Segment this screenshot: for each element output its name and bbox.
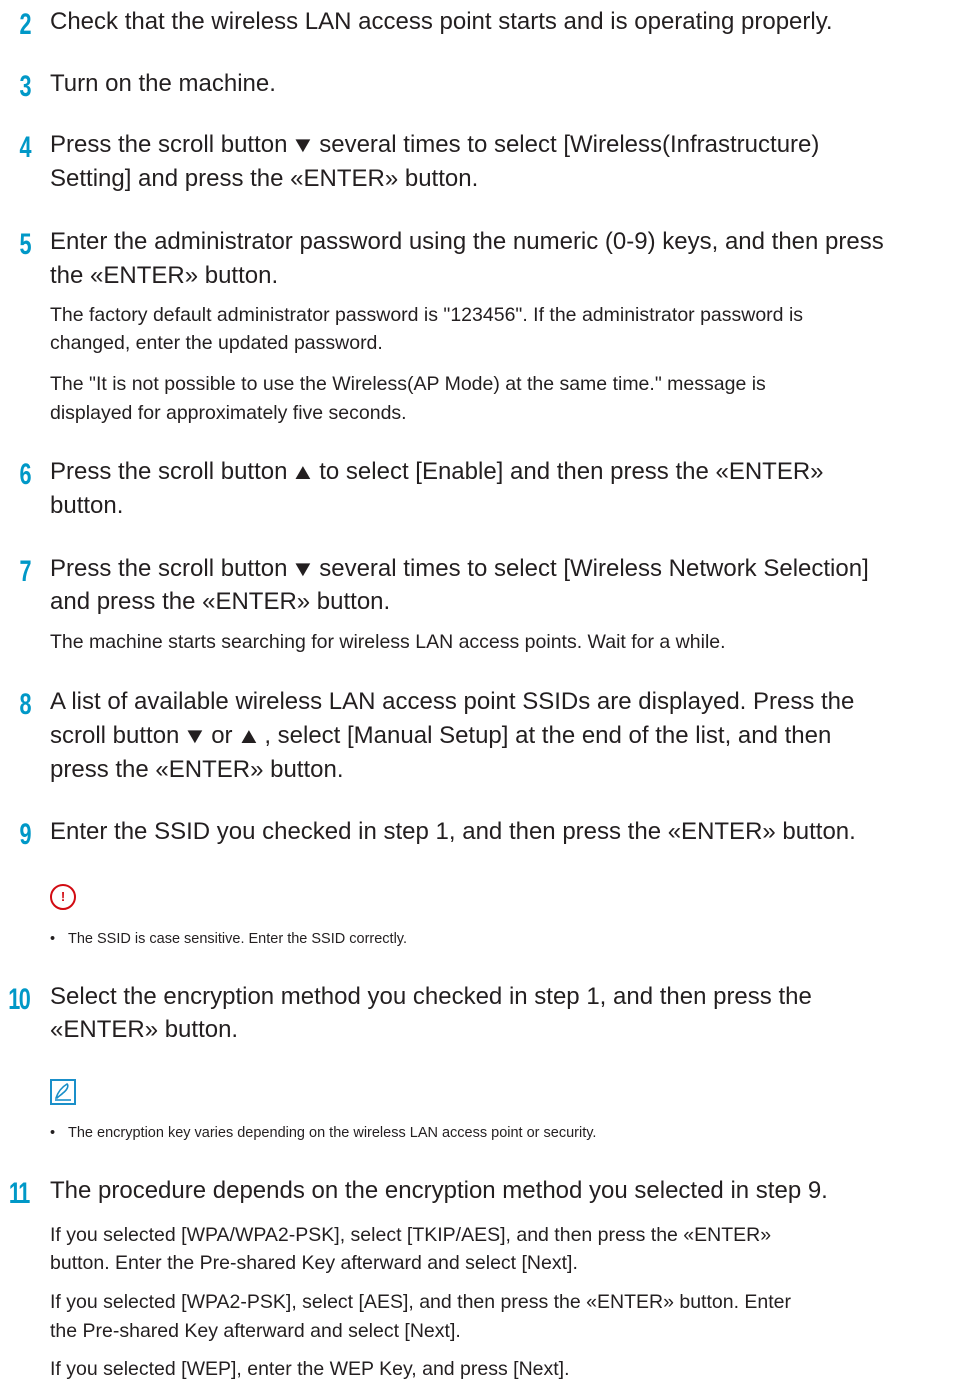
step-number: 5 — [19, 228, 32, 261]
step-text: the «ENTER» button. — [50, 262, 279, 289]
scroll-down-icon: ▼ — [290, 132, 316, 157]
step-body: If you selected [WPA2-PSK], select [AES]… — [50, 1291, 792, 1313]
scroll-up-icon: ▲ — [235, 723, 261, 748]
memo-bullet: • The encryption key varies depending on … — [50, 1125, 597, 1141]
step-body: The machine starts searching for wireles… — [50, 631, 726, 653]
step-text: Enter the administrator password using t… — [50, 228, 884, 255]
step-number: 3 — [19, 70, 32, 103]
step-number: 7 — [19, 555, 32, 588]
step-text: button. — [50, 492, 124, 519]
note-bullet: • The SSID is case sensitive. Enter the S… — [50, 931, 407, 947]
step-text: and press the «ENTER» button. — [50, 588, 391, 615]
step-text: «ENTER» button. — [50, 1016, 239, 1043]
step-number: 6 — [19, 458, 32, 491]
memo-icon — [50, 1079, 76, 1105]
step-body: the Pre-shared Key afterward and select … — [50, 1320, 461, 1342]
step-text: The procedure depends on the encryption … — [50, 1177, 828, 1204]
step-number: 8 — [19, 688, 32, 721]
manual-page: { "steps": [ { "number": "2", "lines": [… — [0, 0, 964, 1380]
step-body: changed, enter the updated password. — [50, 332, 383, 354]
step-text: Check that the wireless LAN access point… — [50, 8, 833, 35]
scroll-down-icon: ▼ — [290, 556, 316, 581]
step-body: If you selected [WEP], enter the WEP Key… — [50, 1358, 570, 1380]
step-body: button. Enter the Pre-shared Key afterwa… — [50, 1252, 578, 1274]
step-body: If you selected [WPA/WPA2-PSK], select [… — [50, 1224, 772, 1246]
step-text: scroll button ▼ or ▲, select [Manual Setup]… — [50, 720, 831, 752]
step-text: Turn on the machine. — [50, 70, 276, 97]
step-text: Press the scroll button ▲ to select [Enabl… — [50, 456, 824, 488]
step-text: Setting] and press the «ENTER» button. — [50, 165, 479, 192]
step-number: 10 — [8, 983, 31, 1016]
step-text: Select the encryption method you checked… — [50, 983, 812, 1010]
scroll-down-icon: ▼ — [182, 723, 208, 748]
step-body: displayed for approximately five seconds… — [50, 402, 407, 424]
step-number: 11 — [8, 1177, 30, 1210]
step-body: The factory default administrator passwo… — [50, 304, 804, 326]
important-icon: ! — [50, 884, 76, 910]
step-number: 2 — [19, 8, 32, 41]
step-text: Press the scroll button ▼ several times to… — [50, 129, 819, 161]
step-body: The "It is not possible to use the Wirel… — [50, 373, 766, 395]
scroll-up-icon: ▲ — [290, 459, 316, 484]
step-number: 9 — [19, 818, 32, 851]
step-text: A list of available wireless LAN access … — [50, 688, 855, 715]
step-number: 4 — [19, 131, 32, 164]
step-text: Press the scroll button ▼ several times to… — [50, 553, 869, 585]
step-text: Enter the SSID you checked in step 1, an… — [50, 818, 856, 845]
step-text: press the «ENTER» button. — [50, 756, 344, 783]
